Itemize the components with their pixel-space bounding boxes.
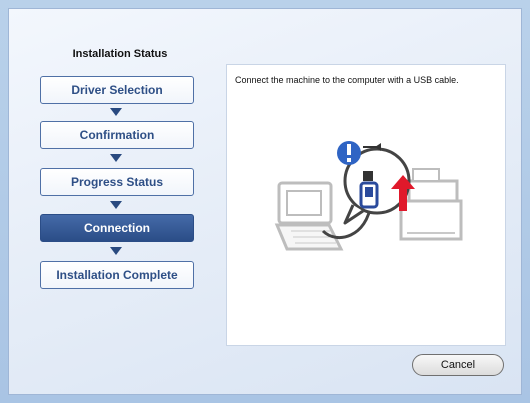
step-arrow-icon xyxy=(110,108,122,116)
cancel-button[interactable]: Cancel xyxy=(412,354,504,376)
step-connection: Connection xyxy=(40,214,194,242)
installation-status-title: Installation Status xyxy=(72,48,168,60)
step-progress-status: Progress Status xyxy=(40,168,194,196)
step-installation-complete: Installation Complete xyxy=(40,261,194,289)
alert-icon xyxy=(337,141,361,165)
instruction-message: Connect the machine to the computer with… xyxy=(235,75,459,85)
installer-window: Installation Status Driver Selection Con… xyxy=(0,0,530,403)
step-arrow-icon xyxy=(110,247,122,255)
step-arrow-icon xyxy=(110,154,122,162)
step-driver-selection: Driver Selection xyxy=(40,76,194,104)
instruction-panel: Connect the machine to the computer with… xyxy=(226,64,506,346)
step-confirmation: Confirmation xyxy=(40,121,194,149)
usb-connection-illustration xyxy=(274,141,463,251)
laptop-icon xyxy=(274,181,344,251)
step-arrow-icon xyxy=(110,201,122,209)
